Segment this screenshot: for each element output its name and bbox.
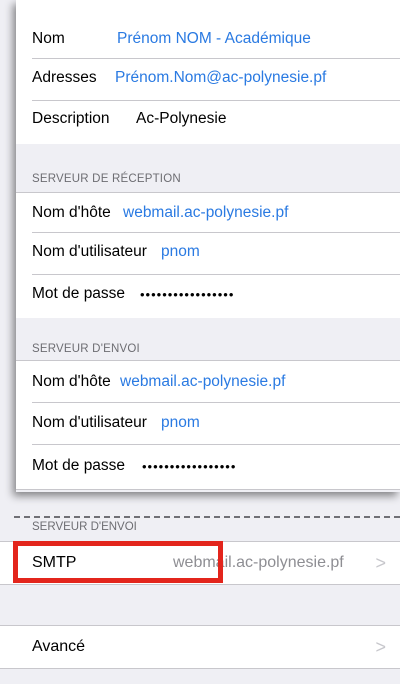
envoi-hostname-value[interactable]: webmail.ac-polynesie.pf — [120, 373, 285, 391]
adresses-row[interactable]: Adresses Prénom.Nom@ac-polynesie.pf — [16, 57, 400, 99]
divider — [16, 489, 400, 490]
envoi-username-row[interactable]: Nom d'utilisateur pnom — [16, 402, 400, 444]
description-value[interactable]: Ac-Polynesie — [136, 110, 226, 128]
reception-hostname-row[interactable]: Nom d'hôte webmail.ac-polynesie.pf — [16, 192, 400, 234]
nom-value[interactable]: Prénom NOM - Académique — [117, 30, 311, 48]
description-label: Description — [32, 110, 110, 127]
divider — [0, 668, 400, 669]
envoi-password-row[interactable]: Mot de passe ••••••••••••••••• — [16, 445, 400, 487]
chevron-right-icon: > — [375, 552, 386, 573]
reception-server-group: Nom d'hôte webmail.ac-polynesie.pf Nom d… — [16, 192, 400, 318]
avance-group: Avancé > — [0, 625, 400, 669]
hostname-label: Nom d'hôte — [32, 204, 111, 221]
description-row[interactable]: Description Ac-Polynesie — [16, 98, 400, 140]
password-label: Mot de passe — [32, 285, 126, 302]
smtp-value: webmail.ac-polynesie.pf — [173, 554, 344, 571]
account-info-group: Nom Prénom NOM - Académique Adresses Pré… — [16, 0, 400, 144]
username-label: Nom d'utilisateur — [32, 414, 147, 431]
nom-label: Nom — [32, 30, 65, 47]
reception-hostname-value[interactable]: webmail.ac-polynesie.pf — [123, 204, 288, 222]
envoi-password-value[interactable]: ••••••••••••••••• — [142, 459, 236, 474]
chevron-right-icon: > — [375, 636, 386, 657]
username-label: Nom d'utilisateur — [32, 243, 147, 260]
account-settings-panel: Nom Prénom NOM - Académique Adresses Pré… — [16, 0, 400, 492]
envoi-username-value[interactable]: pnom — [161, 414, 200, 432]
adresses-value[interactable]: Prénom.Nom@ac-polynesie.pf — [115, 69, 326, 87]
reception-username-value[interactable]: pnom — [161, 243, 200, 261]
section-header-envoi-outer: SERVEUR D'ENVOI — [32, 521, 137, 533]
smtp-label: SMTP — [32, 554, 77, 571]
nom-row[interactable]: Nom Prénom NOM - Académique — [16, 18, 400, 60]
reception-password-row[interactable]: Mot de passe ••••••••••••••••• — [16, 273, 400, 315]
smtp-row[interactable]: SMTP webmail.ac-polynesie.pf > — [0, 541, 400, 585]
password-label: Mot de passe — [32, 457, 126, 474]
divider — [0, 584, 400, 585]
hostname-label: Nom d'hôte — [32, 373, 111, 390]
avance-row[interactable]: Avancé > — [0, 625, 400, 669]
reception-password-value[interactable]: ••••••••••••••••• — [140, 287, 234, 302]
avance-label: Avancé — [32, 638, 86, 655]
adresses-label: Adresses — [32, 69, 97, 86]
reception-username-row[interactable]: Nom d'utilisateur pnom — [16, 231, 400, 273]
dashed-separator — [14, 516, 400, 518]
smtp-group: SMTP webmail.ac-polynesie.pf > — [0, 541, 400, 585]
section-header-reception: SERVEUR DE RÉCEPTION — [32, 173, 181, 185]
envoi-hostname-row[interactable]: Nom d'hôte webmail.ac-polynesie.pf — [16, 361, 400, 403]
section-header-envoi: SERVEUR D'ENVOI — [32, 343, 140, 355]
envoi-server-group: Nom d'hôte webmail.ac-polynesie.pf Nom d… — [16, 360, 400, 490]
